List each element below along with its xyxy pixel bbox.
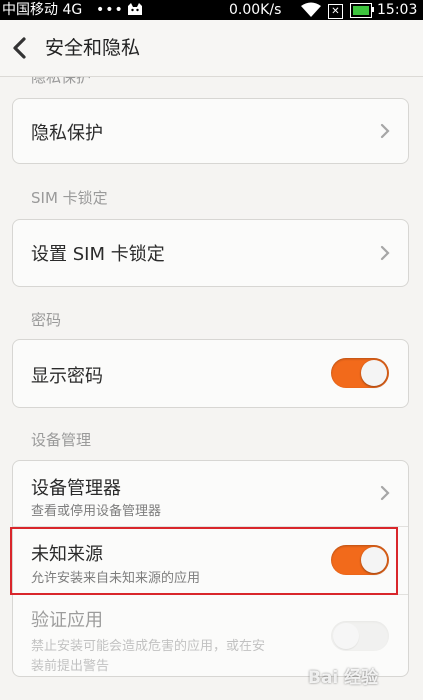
list-item-device-manager[interactable]: 设备管理器 查看或停用设备管理器 (13, 461, 408, 525)
page-title: 安全和隐私 (45, 37, 141, 59)
section-label-sim-lock: SIM 卡锁定 (31, 189, 108, 207)
watermark-text: Bai 经验 (308, 668, 379, 688)
card-sim-lock: 设置 SIM 卡锁定 (12, 219, 409, 287)
battery-cap (372, 7, 374, 12)
clock: 15:03 (377, 2, 418, 18)
toggle-knob (333, 623, 359, 649)
chevron-right-icon (380, 485, 390, 501)
card-password: 显示密码 (12, 339, 409, 408)
watermark-logo: Bai 经验 (296, 651, 421, 697)
section-label-device-admin: 设备管理 (31, 431, 92, 449)
toggle-knob (361, 360, 387, 386)
row-title: 验证应用 (31, 610, 103, 631)
network-speed: 0.00K/s (229, 2, 282, 18)
show-password-toggle[interactable] (331, 358, 389, 388)
row-title: 隐私保护 (31, 123, 103, 144)
list-item-privacy-protection[interactable]: 隐私保护 (13, 99, 408, 163)
row-title: 设备管理器 (31, 478, 121, 499)
verify-apps-toggle[interactable] (331, 621, 389, 651)
list-item-show-password[interactable]: 显示密码 (13, 340, 408, 407)
status-bar: 中国移动 4G ••• 0.00K/s ✕ 15:03 (0, 0, 423, 20)
card-privacy: 隐私保护 (12, 98, 409, 164)
section-label-privacy: 隐私保护 (31, 77, 92, 86)
notification-dots: ••• (96, 2, 124, 18)
section-label-password: 密码 (31, 311, 62, 329)
chevron-right-icon (380, 123, 390, 139)
title-bar: 安全和隐私 (0, 20, 423, 77)
list-item-sim-lock[interactable]: 设置 SIM 卡锁定 (13, 220, 408, 286)
sim-x-icon: ✕ (328, 4, 343, 19)
row-title: 设置 SIM 卡锁定 (31, 244, 165, 265)
settings-list[interactable]: 隐私保护 隐私保护 SIM 卡锁定 设置 SIM 卡锁定 密码 显示密码 设备管… (0, 77, 423, 700)
cat-icon (128, 3, 142, 15)
annotation-highlight-box (10, 527, 398, 595)
row-subtitle-line1: 禁止安装可能会造成危害的应用，或在安 (31, 639, 266, 654)
carrier-label: 中国移动 4G (2, 2, 83, 18)
chevron-left-icon[interactable] (10, 36, 30, 60)
row-subtitle: 查看或停用设备管理器 (31, 504, 162, 519)
battery-icon (350, 3, 372, 18)
wifi-icon (301, 2, 321, 17)
chevron-right-icon (380, 245, 390, 261)
row-title: 显示密码 (31, 366, 103, 387)
row-subtitle-line2: 装前提出警告 (31, 659, 110, 674)
